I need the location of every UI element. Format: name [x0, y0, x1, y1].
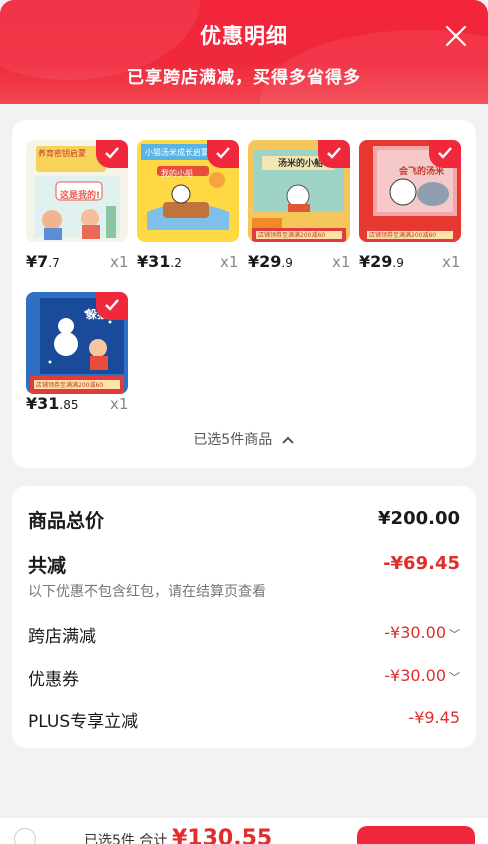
product-price: ¥31.85 [26, 394, 79, 413]
check-icon [438, 147, 452, 159]
product-image[interactable]: 躲猫猫 店铺领券至满满200减60 [26, 292, 128, 394]
page-title: 优惠明细 [200, 24, 288, 48]
product-qty: x1 [220, 253, 239, 271]
chevron-up-icon [282, 436, 294, 444]
product-qty: x1 [332, 253, 351, 271]
chevron-down-icon: ﹀ [449, 628, 460, 641]
selected-check[interactable] [96, 292, 128, 320]
selected-count-toggle[interactable]: 已选5件商品 [12, 429, 476, 449]
promo-strip: 店铺领券至满满200减60 [258, 232, 326, 239]
selected-products-card: 养育密钥启蒙 这是我的! ¥7.7 x1 小猫汤米成长启蒙 我的小船 ¥31.2… [12, 120, 476, 468]
page-subtitle: 已享跨店满减，买得多省得多 [127, 68, 361, 88]
checkout-button[interactable] [357, 826, 475, 844]
cross-store-label: 跨店满减 [28, 627, 96, 647]
selected-check[interactable] [318, 140, 350, 168]
reduce-label: 共减 [28, 555, 67, 577]
reduce-value: -¥69.45 [383, 553, 460, 574]
selected-total-price: ¥130.55 [172, 826, 273, 844]
coupon-value[interactable]: -¥30.00 ﹀ [384, 666, 460, 685]
product-price: ¥29.9 [359, 252, 404, 271]
coupon-label: 优惠券 [28, 670, 79, 690]
product-image[interactable]: 小猫汤米成长启蒙 我的小船 [137, 140, 239, 242]
plus-label: PLUS专享立减 [28, 712, 139, 732]
cover-title: 这是我的! [60, 191, 101, 201]
plus-value: -¥9.45 [408, 708, 460, 727]
cover-top-text: 养育密钥启蒙 [38, 149, 86, 158]
product-qty: x1 [110, 395, 129, 413]
cover-top-text: 小猫汤米成长启蒙 [145, 148, 209, 157]
close-icon[interactable] [444, 24, 468, 48]
chevron-down-icon: ﹀ [449, 671, 460, 684]
promo-strip: 店铺领券至满满200减60 [369, 232, 437, 239]
product-image[interactable]: 养育密钥启蒙 这是我的! [26, 140, 128, 242]
price-summary-card: 商品总价 ¥200.00 共减 -¥69.45 以下优惠不包含红包，请在结算页查… [12, 486, 476, 748]
product-qty: x1 [110, 253, 129, 271]
cover-title: 我的小船 [161, 169, 193, 178]
select-all-checkbox[interactable] [14, 828, 36, 844]
product-price: ¥7.7 [26, 252, 60, 271]
discount-note: 以下优惠不包含红包，请在结算页查看 [28, 584, 266, 600]
check-icon [105, 299, 119, 311]
selected-check[interactable] [96, 140, 128, 168]
checkout-bar: 已选5件 合计 ¥130.55 [0, 818, 488, 844]
selected-check[interactable] [207, 140, 239, 168]
product-qty: x1 [442, 253, 461, 271]
product-image[interactable]: 汤米的小船 店铺领券至满满200减60 [248, 140, 350, 242]
product-image[interactable]: 会飞的汤米 店铺领券至满满200减60 [359, 140, 461, 242]
product-price: ¥31.2 [137, 252, 182, 271]
product-price: ¥29.9 [248, 252, 293, 271]
check-icon [105, 147, 119, 159]
check-icon [327, 147, 341, 159]
total-label: 商品总价 [28, 510, 105, 532]
cross-store-value[interactable]: -¥30.00 ﹀ [384, 623, 460, 642]
selected-total-label: 已选5件 合计 [84, 833, 168, 844]
selected-check[interactable] [429, 140, 461, 168]
total-value: ¥200.00 [378, 508, 460, 529]
promo-strip: 店铺领券至满满200减60 [36, 382, 104, 389]
check-icon [216, 147, 230, 159]
selected-count-label: 已选5件商品 [193, 432, 273, 448]
cover-title: 汤米的小船 [278, 159, 324, 169]
discount-header: 优惠明细 已享跨店满减，买得多省得多 [0, 0, 488, 104]
